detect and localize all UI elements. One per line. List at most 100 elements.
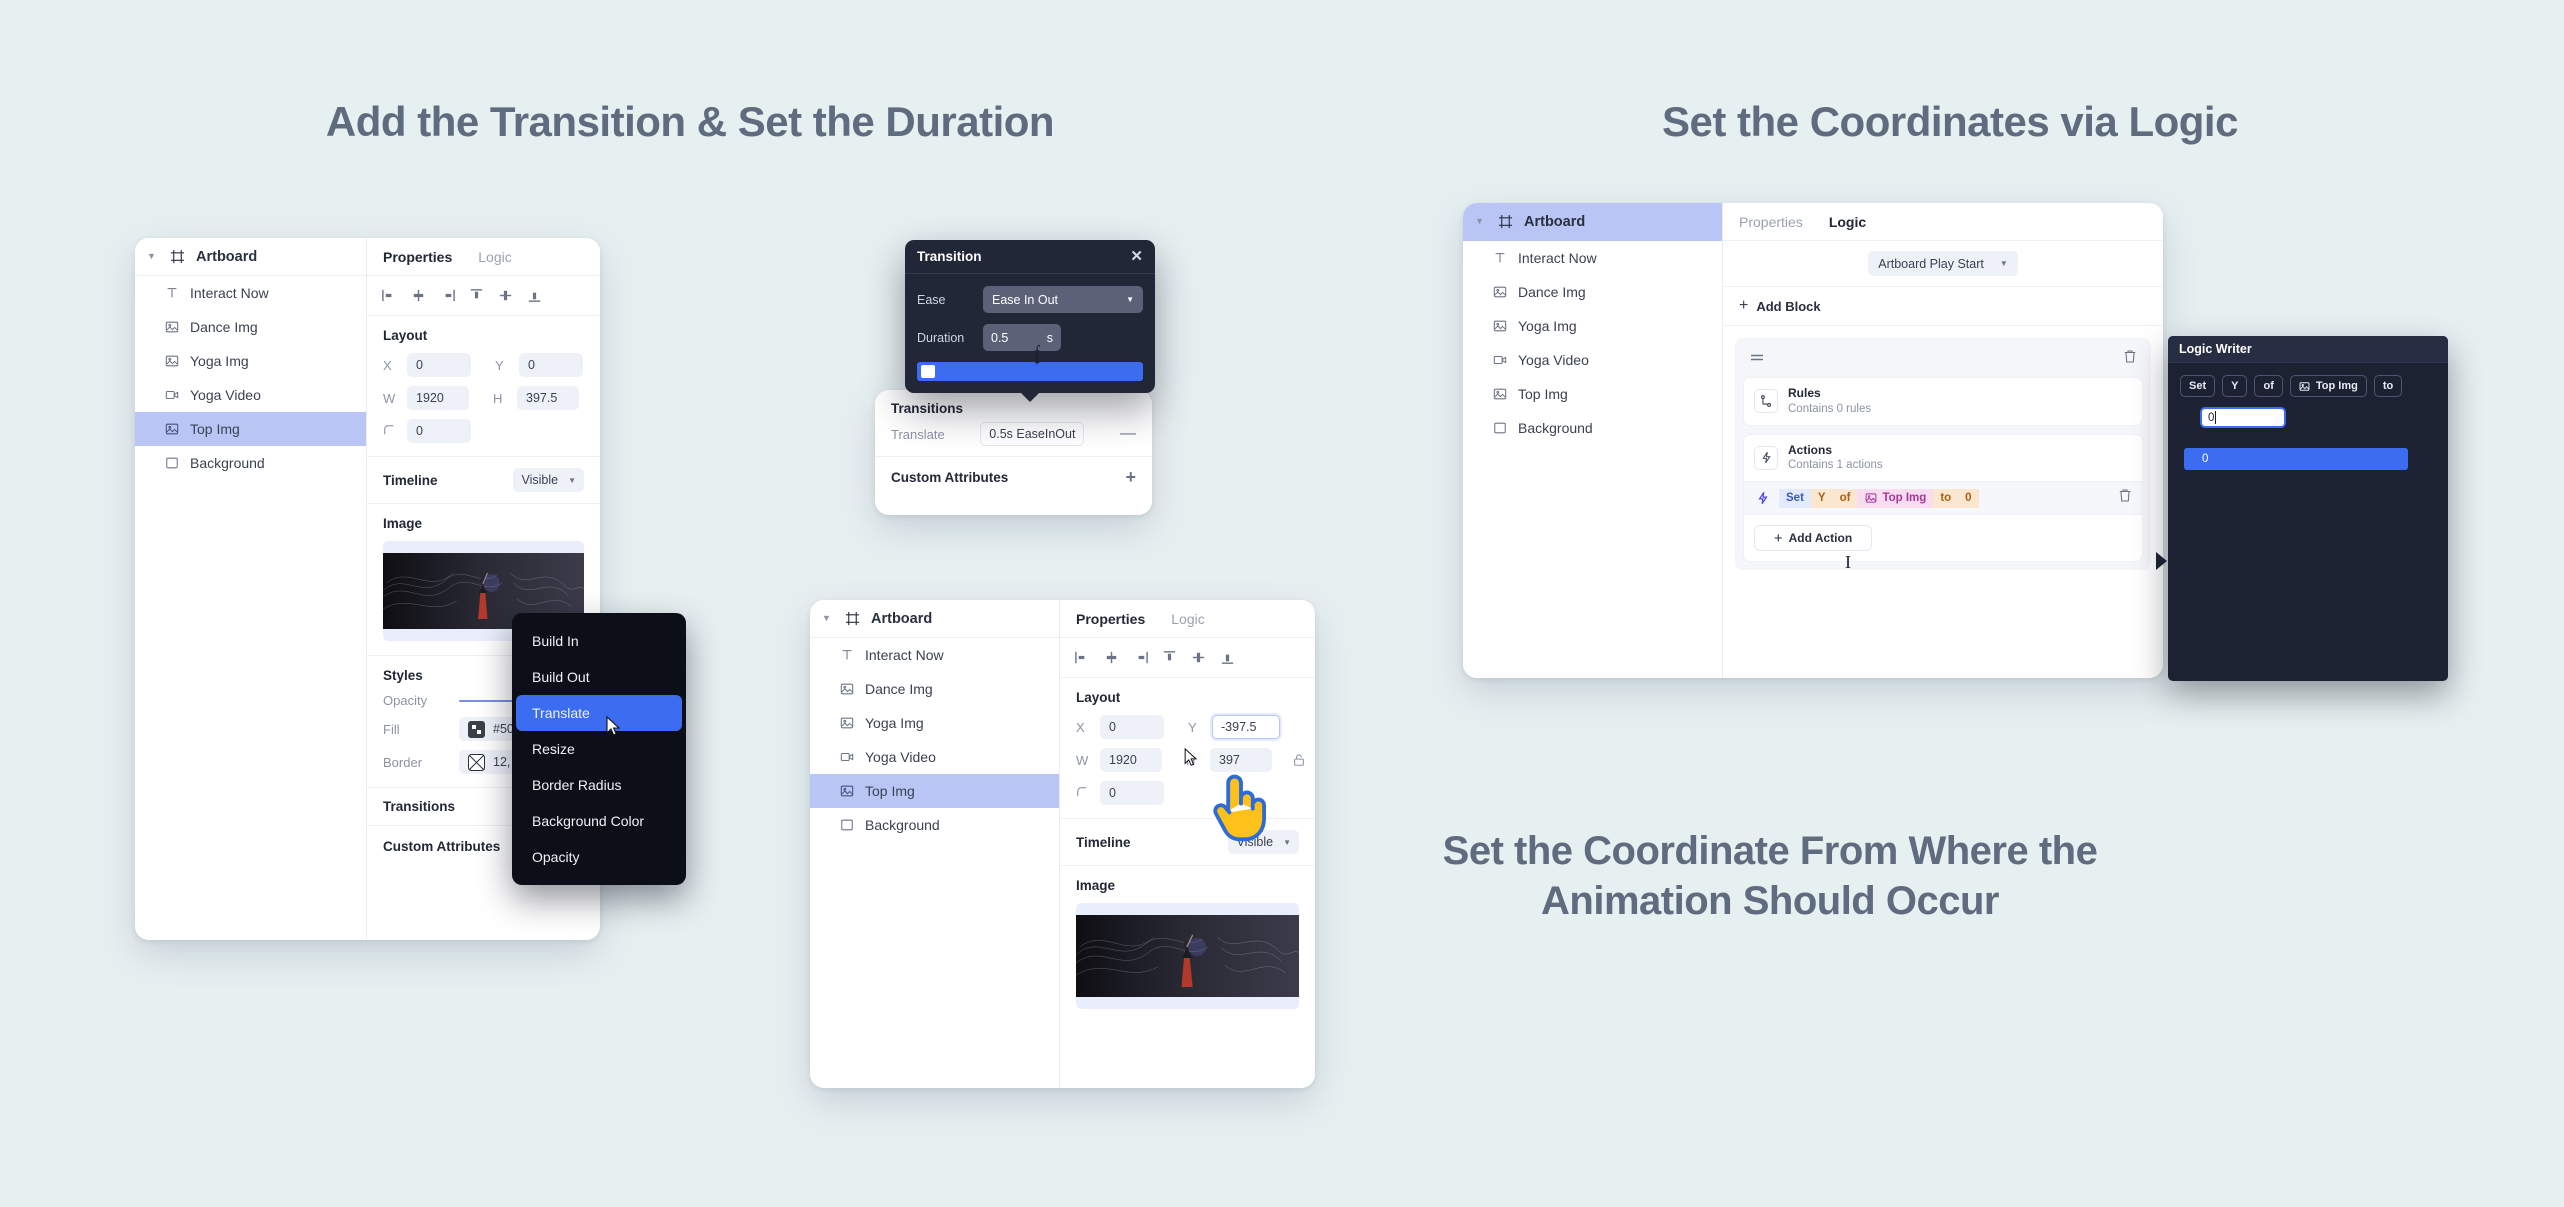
chip-to[interactable]: to — [2373, 375, 2403, 397]
trash-icon[interactable] — [2118, 488, 2132, 508]
minus-icon[interactable]: — — [1120, 426, 1136, 442]
close-icon[interactable]: ✕ — [1130, 249, 1143, 264]
h-input[interactable]: 397.5 — [517, 386, 579, 410]
align-top-icon[interactable] — [1161, 649, 1178, 666]
chip-y[interactable]: Y — [2222, 375, 2248, 397]
action-expression: Set Y of Top Img to 0 — [1779, 488, 1979, 508]
custom-attributes-row[interactable]: Custom Attributes + — [875, 457, 1152, 497]
align-bottom-icon[interactable] — [526, 287, 543, 304]
y-input[interactable]: 0 — [519, 353, 583, 377]
context-menu-item-build-in[interactable]: Build In — [516, 623, 682, 659]
layer-item-background[interactable]: Background — [135, 446, 366, 480]
timeline-select[interactable]: Visible ▼ — [1228, 830, 1299, 854]
layer-item-background[interactable]: Background — [810, 808, 1059, 842]
layer-item-yoga-img[interactable]: Yoga Img — [135, 344, 366, 378]
corner-radius-input[interactable]: 0 — [407, 419, 471, 443]
action-target-token[interactable]: Top Img — [1857, 488, 1934, 508]
unlock-icon[interactable] — [597, 390, 600, 407]
context-menu-item-opacity[interactable]: Opacity — [516, 839, 682, 875]
corner-radius-input[interactable]: 0 — [1100, 781, 1164, 805]
unlock-icon[interactable] — [1290, 752, 1307, 769]
layer-item-interact-now[interactable]: Interact Now — [810, 638, 1059, 672]
align-top-icon[interactable] — [468, 287, 485, 304]
logic-writer-suggestion[interactable]: 0 — [2184, 448, 2408, 470]
trigger-select[interactable]: Artboard Play Start ▼ — [1868, 251, 2018, 276]
layer-item-yoga-img[interactable]: Yoga Img — [810, 706, 1059, 740]
chevron-down-icon[interactable]: ▼ — [147, 252, 159, 261]
duration-progress-bar[interactable] — [917, 362, 1143, 381]
ease-select[interactable]: Ease In Out ▼ — [983, 286, 1143, 313]
action-property-token[interactable]: Y — [1810, 488, 1833, 508]
layer-item-dance-img[interactable]: Dance Img — [1463, 275, 1722, 309]
chip-top-img[interactable]: Top Img — [2289, 375, 2367, 397]
action-value-token[interactable]: 0 — [1958, 488, 1979, 508]
chevron-down-icon[interactable]: ▼ — [822, 614, 834, 623]
w-input[interactable]: 1920 — [407, 386, 469, 410]
align-center-vertical-icon[interactable] — [497, 287, 514, 304]
align-left-icon[interactable] — [381, 287, 398, 304]
layer-item-interact-now[interactable]: Interact Now — [135, 276, 366, 310]
layer-root-artboard[interactable]: ▼ Artboard — [135, 238, 366, 276]
align-left-icon[interactable] — [1074, 649, 1091, 666]
drag-handle-icon[interactable] — [1749, 350, 1765, 368]
tab-properties[interactable]: Properties — [383, 249, 452, 265]
align-center-horizontal-icon[interactable] — [1103, 649, 1120, 666]
context-menu-item-background-color[interactable]: Background Color — [516, 803, 682, 839]
chevron-down-icon[interactable]: ▼ — [1475, 217, 1487, 226]
duration-input[interactable]: 0.5 s — [983, 324, 1061, 351]
logic-writer-value: 0 — [2208, 411, 2215, 424]
align-bottom-icon[interactable] — [1219, 649, 1236, 666]
logic-writer-value-input[interactable]: 0 — [2200, 407, 2286, 428]
layer-item-background[interactable]: Background — [1463, 411, 1722, 445]
action-row[interactable]: Set Y of Top Img to 0 — [1744, 481, 2142, 516]
y-input[interactable]: -397.5 — [1212, 715, 1280, 739]
tab-logic[interactable]: Logic — [1171, 611, 1204, 627]
layer-label: Yoga Video — [190, 387, 261, 403]
context-menu-item-border-radius[interactable]: Border Radius — [516, 767, 682, 803]
layer-item-top-img[interactable]: Top Img — [1463, 377, 1722, 411]
layer-item-yoga-video[interactable]: Yoga Video — [1463, 343, 1722, 377]
tab-properties[interactable]: Properties — [1076, 611, 1145, 627]
layer-item-top-img[interactable]: Top Img — [135, 412, 366, 446]
x-input[interactable]: 0 — [1100, 715, 1164, 739]
context-menu-item-build-out[interactable]: Build Out — [516, 659, 682, 695]
layer-item-top-img[interactable]: Top Img — [810, 774, 1059, 808]
layer-item-yoga-img[interactable]: Yoga Img — [1463, 309, 1722, 343]
h-input[interactable]: 397 — [1210, 748, 1272, 772]
chevron-down-icon: ▼ — [568, 475, 576, 485]
action-target-label: Top Img — [1882, 492, 1927, 505]
rules-card[interactable]: Rules Contains 0 rules — [1743, 377, 2143, 426]
add-block-button[interactable]: + Add Block — [1723, 287, 2163, 326]
layer-item-yoga-video[interactable]: Yoga Video — [810, 740, 1059, 774]
tab-properties[interactable]: Properties — [1739, 214, 1803, 230]
context-menu-item-translate[interactable]: Translate — [516, 695, 682, 731]
align-center-horizontal-icon[interactable] — [410, 287, 427, 304]
action-verb-token[interactable]: Set — [1779, 488, 1811, 508]
plus-icon[interactable]: + — [1125, 468, 1136, 486]
transition-value[interactable]: 0.5s EaseInOut — [980, 422, 1085, 446]
layer-root-artboard[interactable]: ▼ Artboard — [1463, 203, 1722, 241]
chip-of[interactable]: of — [2254, 375, 2283, 397]
duration-slider-handle[interactable] — [921, 365, 935, 378]
chip-set[interactable]: Set — [2180, 375, 2216, 397]
layer-root-artboard[interactable]: ▼ Artboard — [810, 600, 1059, 638]
tab-logic[interactable]: Logic — [478, 249, 511, 265]
timeline-select[interactable]: Visible ▼ — [513, 468, 584, 492]
align-center-vertical-icon[interactable] — [1190, 649, 1207, 666]
w-input[interactable]: 1920 — [1100, 748, 1162, 772]
layer-item-interact-now[interactable]: Interact Now — [1463, 241, 1722, 275]
align-right-icon[interactable] — [1132, 649, 1149, 666]
tab-logic[interactable]: Logic — [1829, 214, 1866, 230]
layer-item-dance-img[interactable]: Dance Img — [135, 310, 366, 344]
image-preview[interactable] — [1076, 903, 1299, 1009]
trash-icon[interactable] — [2123, 349, 2137, 369]
layer-root-label: Artboard — [871, 610, 933, 627]
align-right-icon[interactable] — [439, 287, 456, 304]
add-action-button[interactable]: + Add Action — [1754, 525, 1872, 552]
layer-item-yoga-video[interactable]: Yoga Video — [135, 378, 366, 412]
rect-icon — [163, 455, 180, 472]
layer-item-dance-img[interactable]: Dance Img — [810, 672, 1059, 706]
x-input[interactable]: 0 — [407, 353, 471, 377]
page-title-left: Add the Transition & Set the Duration — [325, 98, 1055, 145]
context-menu-item-resize[interactable]: Resize — [516, 731, 682, 767]
